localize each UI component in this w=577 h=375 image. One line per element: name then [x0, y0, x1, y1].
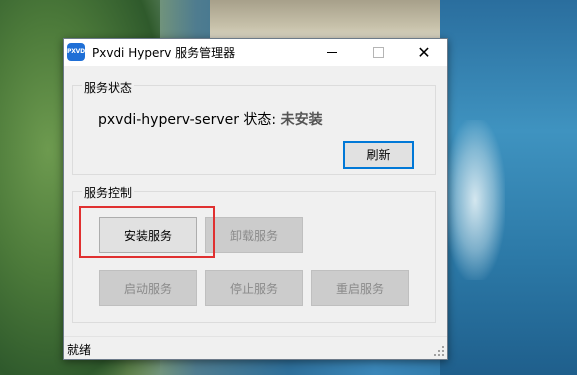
stop-service-button: 停止服务: [205, 270, 303, 306]
service-status-value: 未安装: [280, 112, 323, 128]
service-name-text: pxvdi-hyperv-server 状态:: [98, 112, 277, 128]
service-status-line: pxvdi-hyperv-server 状态: 未安装: [98, 109, 323, 129]
app-logo-icon: PXVDI: [67, 43, 85, 61]
window-title: Pxvdi Hyperv 服务管理器: [92, 46, 236, 60]
status-text: 就绪: [67, 343, 92, 357]
title-bar[interactable]: PXVDI Pxvdi Hyperv 服务管理器 ✕: [64, 39, 447, 66]
refresh-button[interactable]: 刷新: [343, 141, 414, 169]
install-highlight-box: [79, 206, 215, 258]
minimize-icon: [327, 52, 337, 53]
uninstall-service-button: 卸载服务: [205, 217, 303, 253]
service-status-label: 服务状态: [82, 79, 135, 96]
close-icon: ✕: [417, 43, 431, 62]
resize-grip-icon[interactable]: [433, 345, 445, 357]
maximize-button: [355, 39, 401, 66]
desktop-wallpaper-foam: [445, 120, 505, 280]
maximize-icon: [372, 47, 384, 58]
start-service-button: 启动服务: [99, 270, 197, 306]
minimize-button[interactable]: [309, 39, 355, 66]
close-button[interactable]: ✕: [401, 39, 447, 66]
restart-service-button: 重启服务: [311, 270, 409, 306]
service-manager-window: PXVDI Pxvdi Hyperv 服务管理器 ✕ 服务状态 pxvdi-hy…: [63, 38, 448, 360]
service-control-label: 服务控制: [82, 184, 135, 201]
status-bar: 就绪: [64, 337, 447, 359]
